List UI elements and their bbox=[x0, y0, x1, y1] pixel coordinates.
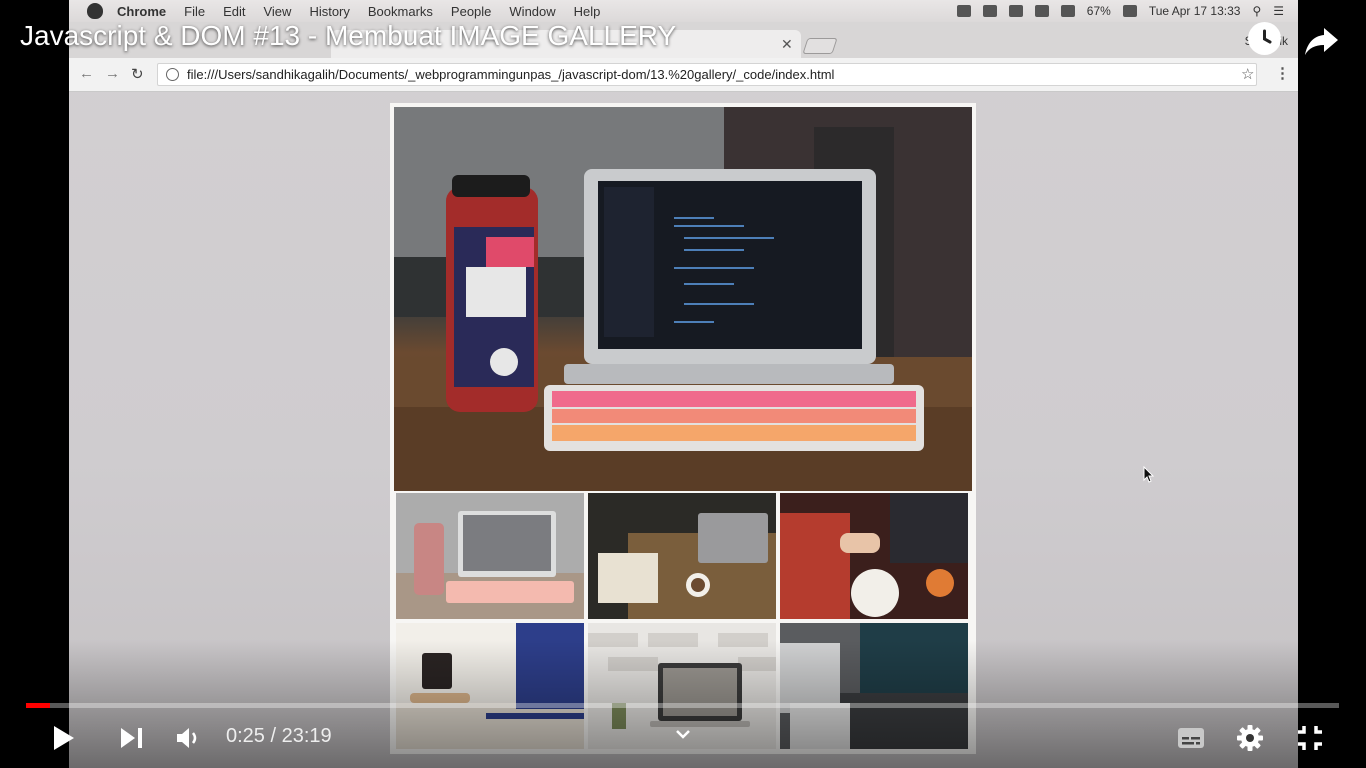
main-gallery-image bbox=[394, 107, 972, 491]
volume-icon bbox=[177, 728, 197, 748]
menu-app-name[interactable]: Chrome bbox=[117, 4, 166, 19]
url-text[interactable]: file:///Users/sandhikagalih/Documents/_w… bbox=[187, 67, 834, 82]
time-separator: / bbox=[264, 725, 282, 747]
clock-icon bbox=[1263, 29, 1272, 44]
bluetooth-icon[interactable] bbox=[1034, 5, 1049, 17]
clock[interactable]: Tue Apr 17 13:33 bbox=[1149, 4, 1241, 18]
menu-history[interactable]: History bbox=[309, 4, 349, 19]
play-icon bbox=[54, 726, 74, 750]
gear-icon bbox=[1237, 725, 1263, 751]
video-title[interactable]: Javascript & DOM #13 - Membuat IMAGE GAL… bbox=[20, 20, 676, 52]
thumbnail-laptop-keyboard bbox=[396, 493, 584, 619]
watch-later-button[interactable] bbox=[1248, 22, 1281, 55]
video-player[interactable]: Chrome File Edit View History Bookmarks … bbox=[0, 0, 1366, 768]
play-button[interactable] bbox=[50, 722, 78, 759]
progress-played bbox=[26, 703, 50, 708]
share-button[interactable] bbox=[1304, 22, 1340, 58]
volume-button[interactable] bbox=[174, 724, 202, 757]
subtitles-icon bbox=[1178, 728, 1204, 748]
gallery-thumbnail-2[interactable] bbox=[588, 493, 776, 619]
battery-icon[interactable] bbox=[1122, 5, 1137, 17]
notification-center-icon[interactable]: ☰ bbox=[1273, 4, 1284, 18]
gallery-thumbnail-1[interactable] bbox=[396, 493, 584, 619]
thumbnail-meeting bbox=[780, 493, 968, 619]
cloud-icon[interactable] bbox=[982, 5, 997, 17]
spotlight-icon[interactable]: ⚲ bbox=[1252, 4, 1261, 18]
status-tray: 67% Tue Apr 17 13:33 ⚲ ☰ bbox=[956, 4, 1298, 18]
bookmark-star-icon[interactable]: ☆ bbox=[1241, 65, 1254, 83]
reload-icon[interactable]: ↻ bbox=[131, 65, 144, 83]
menu-view[interactable]: View bbox=[263, 4, 291, 19]
new-tab-button[interactable] bbox=[802, 38, 838, 54]
apple-icon[interactable] bbox=[87, 3, 103, 19]
exit-fullscreen-button[interactable] bbox=[1296, 724, 1324, 757]
current-time: 0:25 bbox=[226, 725, 265, 747]
menu-bookmarks[interactable]: Bookmarks bbox=[368, 4, 433, 19]
address-bar[interactable]: file:///Users/sandhikagalih/Documents/_w… bbox=[157, 63, 1257, 86]
time-display: 0:25 / 23:19 bbox=[226, 725, 332, 748]
menu-edit[interactable]: Edit bbox=[223, 4, 245, 19]
chevron-down-icon bbox=[676, 730, 690, 739]
menu-people[interactable]: People bbox=[451, 4, 491, 19]
gallery-thumbnail-3[interactable] bbox=[780, 493, 968, 619]
battery-percent[interactable]: 67% bbox=[1087, 4, 1111, 18]
next-button[interactable] bbox=[118, 724, 146, 757]
wifi-icon[interactable] bbox=[1060, 5, 1075, 17]
progress-bar[interactable] bbox=[26, 703, 1339, 708]
info-icon[interactable] bbox=[166, 68, 179, 81]
chrome-menu-icon[interactable]: ⋮ bbox=[1275, 64, 1290, 82]
laptop-photo bbox=[394, 107, 972, 491]
next-icon bbox=[121, 728, 142, 748]
menu-file[interactable]: File bbox=[184, 4, 205, 19]
dropbox-icon[interactable] bbox=[1008, 5, 1023, 17]
chrome-toolbar: ← → ↻ file:///Users/sandhikagalih/Docume… bbox=[69, 58, 1298, 92]
thumbnail-desk-coffee bbox=[588, 493, 776, 619]
subtitles-button[interactable] bbox=[1176, 726, 1206, 755]
exit-fullscreen-icon bbox=[1298, 726, 1322, 750]
forward-arrow-icon[interactable]: → bbox=[105, 65, 120, 82]
more-videos-button[interactable] bbox=[672, 725, 694, 748]
menu-window[interactable]: Window bbox=[509, 4, 555, 19]
tab-close-icon[interactable]: ✕ bbox=[781, 36, 793, 53]
camera-icon[interactable] bbox=[956, 5, 971, 17]
mouse-cursor-icon bbox=[1143, 466, 1155, 483]
mac-menubar: Chrome File Edit View History Bookmarks … bbox=[69, 0, 1298, 22]
settings-button[interactable] bbox=[1236, 724, 1264, 757]
share-arrow-icon bbox=[1305, 28, 1338, 55]
menu-help[interactable]: Help bbox=[574, 4, 601, 19]
back-arrow-icon[interactable]: ← bbox=[79, 65, 94, 82]
duration: 23:19 bbox=[281, 725, 332, 747]
